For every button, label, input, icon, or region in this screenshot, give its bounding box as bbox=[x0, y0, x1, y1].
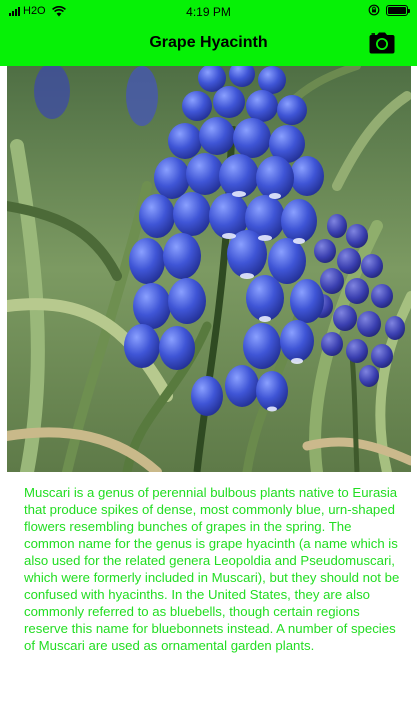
status-right bbox=[368, 4, 410, 16]
flower-photo bbox=[7, 66, 411, 472]
orientation-lock-icon bbox=[368, 4, 380, 16]
camera-icon[interactable] bbox=[369, 32, 395, 54]
description-text: Muscari is a genus of perennial bulbous … bbox=[24, 485, 400, 653]
page-title: Grape Hyacinth bbox=[149, 34, 268, 51]
battery-icon bbox=[386, 4, 410, 16]
status-bar: H2O 4:19 PM bbox=[0, 0, 417, 24]
status-time: 4:19 PM bbox=[186, 5, 231, 19]
grape-hyacinth-illustration bbox=[7, 66, 411, 472]
navigation-bar: H2O 4:19 PM Grape Hyacinth bbox=[0, 0, 417, 66]
